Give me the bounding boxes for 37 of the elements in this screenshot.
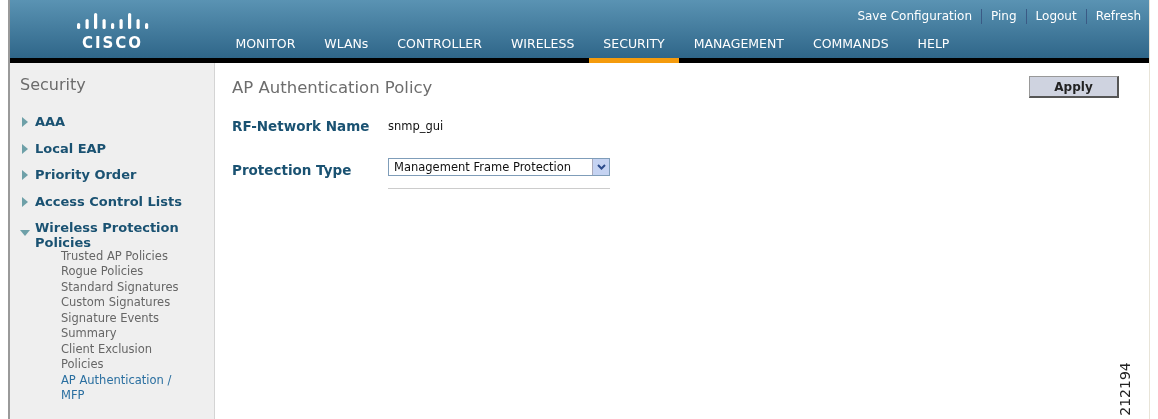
figure-number: 212194 bbox=[1116, 362, 1133, 416]
sidebar-subitem[interactable]: AP Authentication / MFP bbox=[61, 372, 181, 404]
menu-tab[interactable]: HELP bbox=[903, 36, 964, 63]
collapsed-arrow-icon[interactable] bbox=[22, 117, 28, 127]
apply-button[interactable]: Apply bbox=[1029, 76, 1119, 98]
sidebar-subitem[interactable]: Custom Signatures bbox=[61, 295, 181, 311]
logo-text: CISCO bbox=[81, 34, 144, 52]
collapsed-arrow-icon[interactable] bbox=[22, 196, 28, 207]
sidebar-item[interactable]: Wireless Protection Policies bbox=[35, 220, 195, 250]
menu-tab[interactable]: MONITOR bbox=[221, 36, 310, 63]
menu-tab[interactable]: WLANs bbox=[309, 36, 383, 63]
sidebar-item[interactable]: Priority Order bbox=[35, 167, 195, 182]
header-link[interactable]: Ping bbox=[981, 9, 1026, 24]
field-label: RF-Network Name bbox=[232, 118, 371, 134]
collapsed-arrow-icon[interactable] bbox=[22, 143, 28, 154]
menu-tab[interactable]: WIRELESS bbox=[496, 36, 589, 63]
sidebar-subitem[interactable]: Client Exclusion Policies bbox=[61, 341, 181, 373]
header-link[interactable]: Logout bbox=[1025, 9, 1086, 24]
header-link[interactable]: Save Configuration bbox=[848, 9, 982, 24]
header-link[interactable]: Refresh bbox=[1085, 9, 1141, 24]
sidebar-item[interactable]: Local EAP bbox=[35, 140, 195, 156]
sidebar-subitem[interactable]: Trusted AP Policies bbox=[61, 248, 181, 264]
sidebar-title: Security bbox=[20, 75, 87, 94]
sidebar-subitem[interactable]: Signature Events Summary bbox=[61, 310, 181, 342]
menu-tab[interactable]: CONTROLLER bbox=[382, 36, 497, 63]
sidebar-item[interactable]: AAA bbox=[35, 114, 195, 129]
field-value: snmp_gui bbox=[388, 119, 444, 133]
menu-tab[interactable]: COMMANDS bbox=[798, 36, 904, 63]
sidebar-subitem[interactable]: Standard Signatures bbox=[61, 279, 181, 295]
sidebar-item[interactable]: Access Control Lists bbox=[35, 193, 195, 209]
menu-tab[interactable]: MANAGEMENT bbox=[679, 36, 799, 63]
sidebar-subitem[interactable]: Rogue Policies bbox=[61, 264, 181, 280]
protection-type-dropdown[interactable]: Management Frame Protection bbox=[388, 158, 610, 176]
collapsed-arrow-icon[interactable] bbox=[22, 170, 28, 180]
expanded-arrow-icon[interactable] bbox=[20, 230, 30, 236]
page-title: AP Authentication Policy bbox=[232, 77, 433, 97]
field-label: Protection Type bbox=[232, 161, 353, 178]
